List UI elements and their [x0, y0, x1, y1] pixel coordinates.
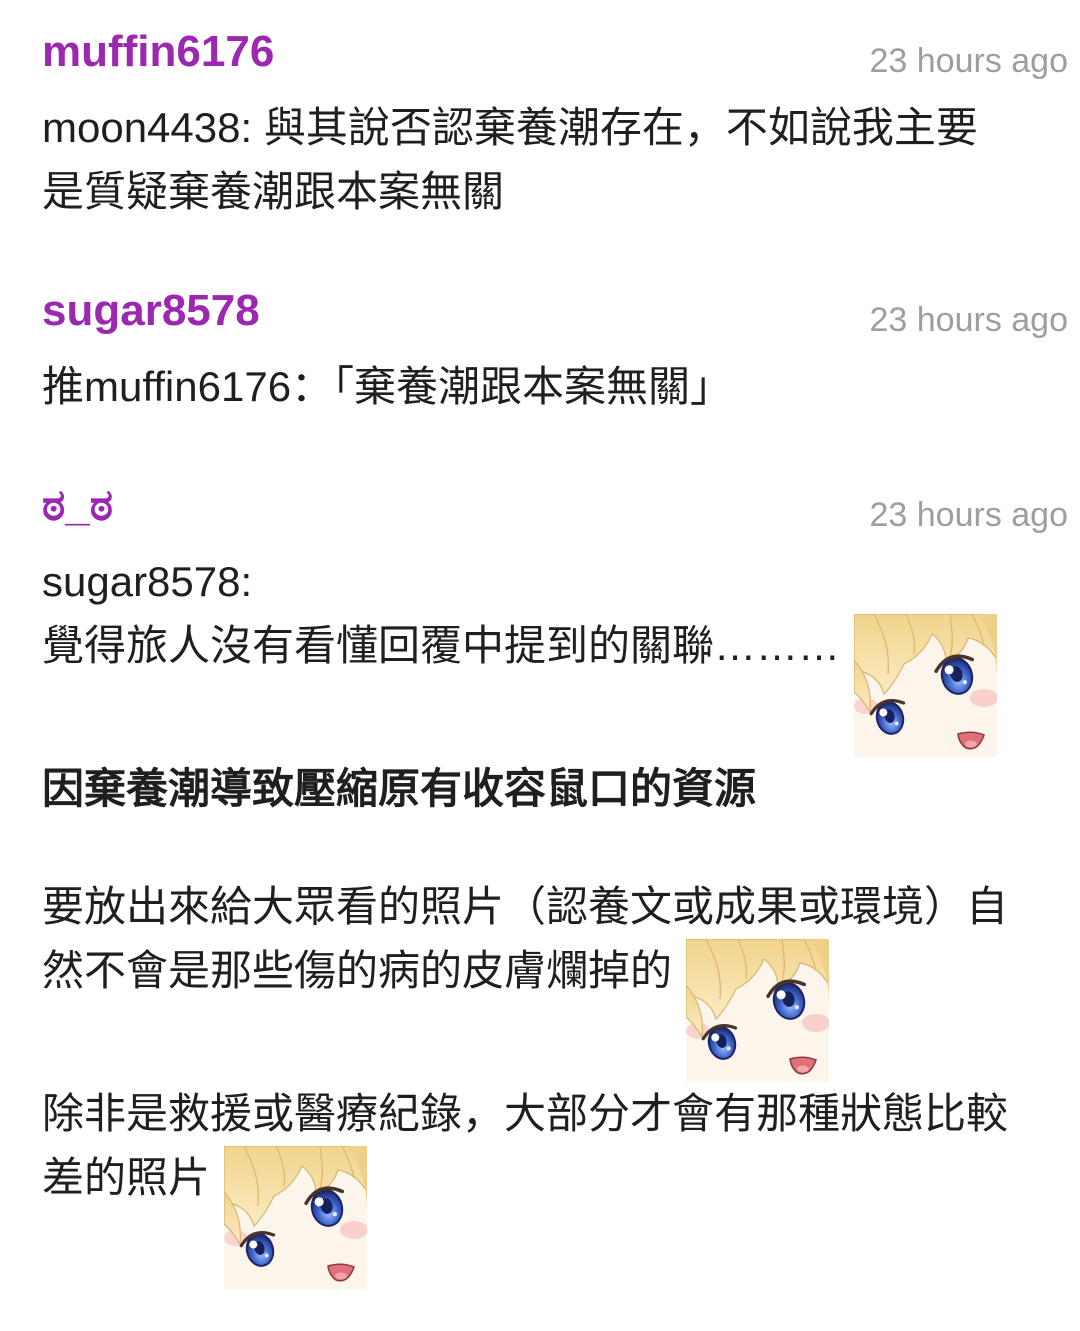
comment-paragraph: 要放出來給大眾看的照片（認養文或成果或環境）自然不會是那些傷的病的皮膚爛掉的 — [42, 875, 1014, 1082]
comment-timestamp: 23 hours ago — [869, 301, 1069, 339]
comment-text: 除非是救援或醫療紀錄，大部分才會有那種狀態比較差的照片 — [42, 1090, 1009, 1201]
comment-body: sugar8578: 覺得旅人沒有看懂回覆中提到的關聯……… 因棄養潮導致壓縮原… — [42, 550, 1014, 1289]
anime-girl-face-sticker — [686, 939, 829, 1082]
comment-timestamp: 23 hours ago — [869, 496, 1069, 534]
comment-thread: muffin6176 23 hours ago moon4438: 與其說否認棄… — [42, 20, 1068, 1289]
anime-girl-face-sticker — [854, 614, 997, 757]
comment-paragraph: 覺得旅人沒有看懂回覆中提到的關聯……… — [42, 614, 1014, 757]
comment-text: 覺得旅人沒有看懂回覆中提到的關聯……… — [42, 622, 841, 669]
comment: sugar8578 23 hours ago 推muffin6176：「棄養潮跟… — [42, 279, 1068, 419]
comment-paragraph: 除非是救援或醫療紀錄，大部分才會有那種狀態比較差的照片 — [42, 1082, 1014, 1289]
comment: muffin6176 23 hours ago moon4438: 與其說否認棄… — [42, 20, 1068, 224]
comment-header: muffin6176 23 hours ago — [42, 20, 1068, 84]
comment-username[interactable]: muffin6176 — [42, 20, 274, 84]
comment-timestamp: 23 hours ago — [869, 42, 1069, 80]
comment-body: moon4438: 與其說否認棄養潮存在，不如說我主要是質疑棄養潮跟本案無關 — [42, 96, 1014, 224]
comment-username[interactable]: sugar8578 — [42, 279, 260, 343]
comment-bold-text: 因棄養潮導致壓縮原有收容鼠口的資源 — [42, 765, 757, 812]
comment-text: 要放出來給大眾看的照片（認養文或成果或環境）自然不會是那些傷的病的皮膚爛掉的 — [42, 883, 1009, 994]
comment-header: sugar8578 23 hours ago — [42, 279, 1068, 343]
comment-body: 推muffin6176：「棄養潮跟本案無關」 — [42, 355, 1014, 419]
comment-text: moon4438: 與其說否認棄養潮存在，不如說我主要是質疑棄養潮跟本案無關 — [42, 104, 978, 215]
comment-header: ಠ_ಠ 23 hours ago — [42, 474, 1068, 538]
comment-username[interactable]: ಠ_ಠ — [42, 474, 113, 538]
anime-girl-face-sticker — [224, 1146, 367, 1289]
quoted-username: sugar8578: — [42, 558, 253, 605]
comment-text: 推muffin6176：「棄養潮跟本案無關」 — [42, 363, 733, 410]
comment: ಠ_ಠ 23 hours ago sugar8578: 覺得旅人沒有看懂回覆中提… — [42, 474, 1068, 1289]
